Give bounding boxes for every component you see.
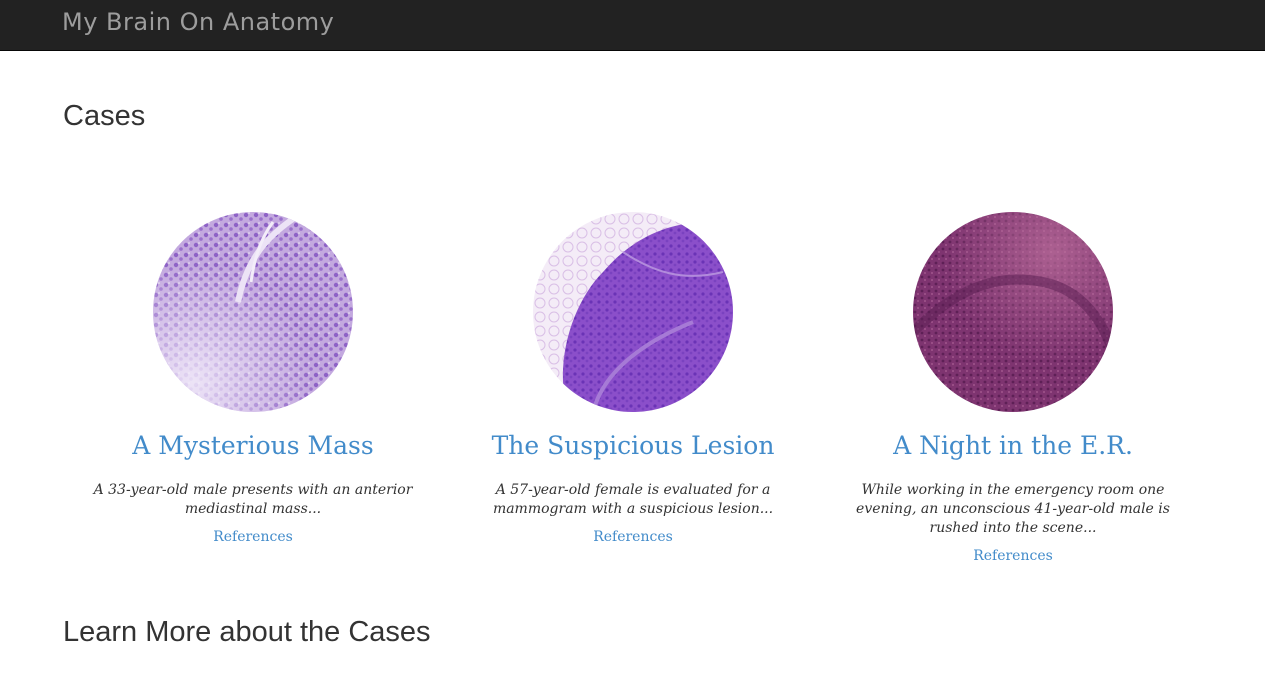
case-title-link[interactable]: A Mysterious Mass xyxy=(63,429,443,463)
case-card-night-in-er: A Night in the E.R. While working in the… xyxy=(823,212,1203,565)
references-link[interactable]: References xyxy=(213,529,293,545)
cases-heading: Cases xyxy=(63,100,146,132)
case-card-suspicious-lesion: The Suspicious Lesion A 57-year-old fema… xyxy=(443,212,823,546)
references-link[interactable]: References xyxy=(973,548,1053,564)
case-image-mysterious-mass[interactable] xyxy=(153,212,353,412)
case-description: A 57-year-old female is evaluated for a … xyxy=(492,482,774,517)
histology-image xyxy=(153,212,353,412)
case-image-suspicious-lesion[interactable] xyxy=(533,212,733,412)
case-card-mysterious-mass: A Mysterious Mass A 33-year-old male pre… xyxy=(63,212,443,546)
case-title-link[interactable]: The Suspicious Lesion xyxy=(443,429,823,463)
site-brand[interactable]: My Brain On Anatomy xyxy=(62,8,334,36)
top-navbar: My Brain On Anatomy xyxy=(0,0,1265,51)
histology-image xyxy=(913,212,1113,412)
case-description: A 33-year-old male presents with an ante… xyxy=(93,482,413,517)
histology-image xyxy=(533,212,733,412)
case-description: While working in the emergency room one … xyxy=(856,482,1170,536)
learn-more-heading: Learn More about the Cases xyxy=(63,616,431,648)
case-image-night-in-er[interactable] xyxy=(913,212,1113,412)
references-link[interactable]: References xyxy=(593,529,673,545)
case-title-link[interactable]: A Night in the E.R. xyxy=(823,429,1203,463)
